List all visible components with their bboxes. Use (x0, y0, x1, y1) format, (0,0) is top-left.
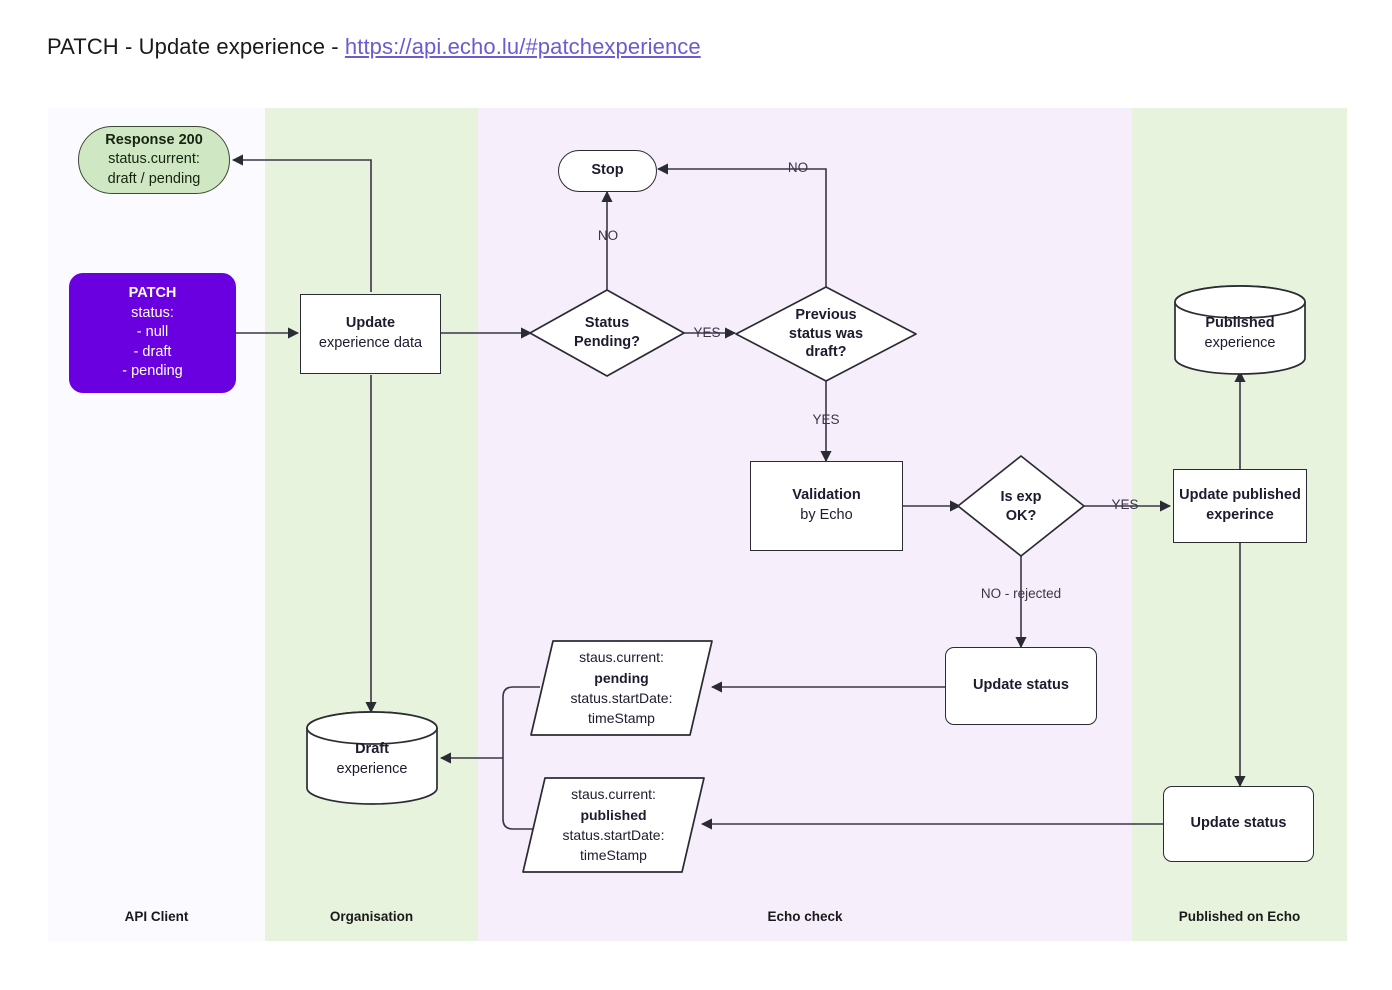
patch-line3: - null (136, 324, 169, 341)
patch-line5: - pending (122, 363, 183, 380)
update-published-line2: experince (1206, 507, 1274, 523)
lane-label-organisation: Organisation (329, 909, 414, 924)
edge-label-status-pending-yes: YES (693, 325, 721, 340)
draft-db-title: Draft (355, 740, 389, 757)
isexpok-line2: OK? (1005, 508, 1037, 524)
node-patch-request[interactable]: PATCH status: - null - draft - pending (69, 273, 236, 393)
validation-subtitle: by Echo (800, 507, 853, 523)
data-pending-line3: status.startDate: (570, 690, 673, 706)
data-published-value: published (580, 806, 647, 823)
status-pending-line1: Status (584, 315, 630, 332)
node-stop[interactable]: Stop (558, 150, 657, 192)
node-isexpok-label: Is exp OK? (969, 480, 1073, 534)
patch-title: PATCH (128, 285, 177, 302)
validation-title: Validation (792, 487, 861, 504)
previous-draft-line3: draft? (805, 344, 847, 361)
lane-label-published-on-echo: Published on Echo (1178, 909, 1301, 924)
edge-label-previous-draft-no: NO (787, 160, 809, 175)
node-response-200[interactable]: Response 200 status.current: draft / pen… (78, 126, 230, 194)
data-published-line4: timeStamp (580, 847, 647, 864)
update-experience-subtitle: experience data (318, 335, 423, 351)
lane-label-echo-check: Echo check (767, 909, 843, 924)
previous-draft-line2: status was (788, 325, 864, 342)
published-db-subtitle: experience (1204, 335, 1276, 351)
isexpok-line1: Is exp (1000, 489, 1042, 506)
node-update-experience[interactable]: Update experience data (300, 294, 441, 374)
node-previous-draft-label: Previous status was draft? (762, 296, 890, 372)
lane-label-api-client: API Client (124, 909, 189, 924)
data-pending-line1: staus.current: (579, 649, 664, 666)
update-status-mid-title: Update status (973, 677, 1069, 694)
stop-title: Stop (591, 162, 624, 179)
patch-line2: status: (131, 304, 174, 321)
node-update-published-experience[interactable]: Update published experince (1173, 469, 1307, 543)
edge-label-isexpok-yes: YES (1111, 497, 1139, 512)
draft-db-subtitle: experience (336, 761, 408, 777)
data-pending-value: pending (594, 669, 649, 686)
data-published-line3: status.startDate: (562, 827, 665, 843)
edge-label-isexpok-no: NO - rejected (980, 586, 1062, 601)
edge-label-status-pending-no: NO (597, 228, 619, 243)
response-200-title: Response 200 (105, 131, 203, 148)
previous-draft-line1: Previous (795, 306, 857, 323)
published-db-title: Published (1205, 314, 1275, 331)
update-published-line1: Update published (1179, 487, 1301, 504)
node-published-db-label: Published experience (1175, 307, 1305, 359)
edge-label-previous-draft-yes: YES (812, 412, 840, 427)
node-draft-db-label: Draft experience (307, 733, 437, 785)
response-200-line3: draft / pending (107, 170, 201, 187)
patch-line4: - draft (133, 343, 172, 360)
node-data-published-label: staus.current: published status.startDat… (523, 778, 704, 872)
node-data-pending-label: staus.current: pending status.startDate:… (531, 641, 712, 735)
flowchart-canvas: Status Pending? Previous status was draf… (0, 0, 1392, 990)
response-200-line2: status.current: (108, 151, 200, 168)
data-pending-line4: timeStamp (588, 710, 655, 727)
diagram-page: PATCH - Update experience - https://api.… (0, 0, 1392, 990)
node-update-status-bottom[interactable]: Update status (1163, 786, 1314, 862)
node-status-pending-label: Status Pending? (545, 305, 669, 361)
node-update-status-mid[interactable]: Update status (945, 647, 1097, 725)
update-experience-title: Update (345, 315, 396, 332)
update-status-bottom-title: Update status (1190, 815, 1287, 832)
node-validation[interactable]: Validation by Echo (750, 461, 903, 551)
status-pending-line2: Pending? (573, 334, 641, 350)
data-published-line1: staus.current: (571, 786, 656, 803)
